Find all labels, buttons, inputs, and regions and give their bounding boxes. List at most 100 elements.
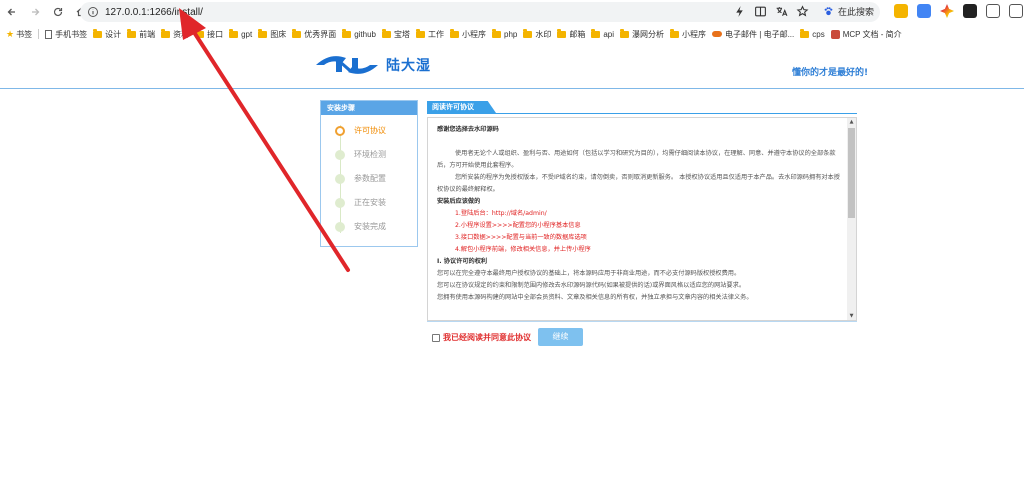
translate-icon[interactable]	[775, 5, 788, 18]
split-view-icon[interactable]	[1009, 4, 1023, 18]
bookmark-label: 电子邮件 | 电子邮...	[725, 29, 795, 39]
bookmark-item[interactable]: 资料	[161, 28, 189, 40]
bookmark-separator	[38, 29, 40, 39]
accept-label[interactable]: 我已经阅读并同意此协议	[443, 332, 531, 343]
url-text[interactable]: 127.0.0.1:1266/install/	[105, 7, 203, 18]
bookmark-item[interactable]: 小程序	[450, 28, 486, 40]
bookmark-item[interactable]: 接口	[195, 28, 224, 40]
site-logo[interactable]: 陆大湿	[312, 50, 431, 80]
gemini-extension-icon[interactable]	[940, 4, 954, 18]
agreement-top-divider	[427, 113, 857, 114]
after-install-step: 4.解包小程序前端，修改相关信息，并上传小程序	[455, 246, 591, 253]
folder-icon	[161, 28, 171, 38]
step-item: 环境检测	[335, 149, 386, 160]
continue-button[interactable]: 继续	[538, 328, 583, 346]
rights-item: 您可以在完全遵守本最终用户授权协议的基础上，将本源码应用于非商业用途，而不必支付…	[437, 270, 741, 277]
back-icon[interactable]	[1, 1, 23, 23]
agreement-intro: 感谢您选择去水印源码	[437, 126, 499, 133]
bookmark-label: 书签	[16, 29, 33, 39]
bookmark-item[interactable]: 优秀界面	[292, 28, 337, 40]
agreement-panel: 阅读许可协议 感谢您选择去水印源码 使用者无论个人或组织、盈利与否、用途如何（包…	[427, 101, 857, 322]
scroll-up-arrow-icon[interactable]: ▲	[847, 118, 856, 126]
step-dot-icon	[335, 125, 345, 136]
slogan: 懂你的才是最好的!	[792, 68, 869, 78]
bookmark-label: 前端	[139, 29, 156, 39]
agreement-scrollbar[interactable]: ▲ ▼	[847, 118, 856, 320]
bookmark-item[interactable]: 瀑网分析	[620, 28, 664, 40]
bookmark-item[interactable]: gpt	[229, 28, 253, 39]
search-engine-selector[interactable]: 在此搜索	[823, 5, 874, 18]
folder-icon	[93, 28, 103, 38]
bookmark-label: cps	[812, 29, 825, 39]
site-info-icon[interactable]	[87, 6, 99, 18]
bookmark-label: 接口	[207, 29, 224, 39]
folder-icon	[523, 28, 533, 38]
bookmark-item[interactable]: ★ 书签	[6, 29, 32, 40]
after-install-step: 3.接口数据>>>>配置与当前一致的数据库选项	[455, 234, 587, 241]
forward-icon[interactable]	[24, 1, 46, 23]
bookmark-item[interactable]: 小程序	[670, 28, 707, 40]
bookmark-item[interactable]: 电子邮件 | 电子邮...	[712, 29, 794, 40]
bookmark-star-icon[interactable]	[796, 5, 809, 18]
accept-checkbox[interactable]	[432, 333, 440, 342]
paw-icon	[824, 7, 833, 16]
bookmark-item[interactable]: 手机书签	[45, 29, 87, 40]
bookmark-item[interactable]: php	[492, 28, 518, 39]
lightning-icon[interactable]	[733, 5, 746, 18]
bookmark-item[interactable]: 水印	[523, 28, 551, 40]
translate-extension-icon[interactable]	[917, 4, 931, 18]
reader-mode-icon[interactable]	[754, 5, 767, 18]
step-item: 参数配置	[335, 173, 386, 184]
logo-mark-icon	[316, 56, 378, 74]
puzzle-extension-icon[interactable]	[986, 4, 1000, 18]
bookmark-label: 小程序	[462, 29, 486, 39]
bookmark-item[interactable]: github	[342, 28, 376, 39]
scroll-thumb[interactable]	[848, 128, 855, 218]
address-bar[interactable]: 127.0.0.1:1266/install/ 在此搜索	[80, 2, 880, 22]
bookmark-label: 手机书签	[55, 29, 88, 39]
bookmark-item[interactable]: 宝塔	[382, 28, 410, 40]
folder-icon	[195, 28, 205, 38]
bookmark-item[interactable]: 前端	[127, 28, 156, 40]
bookmarks-bar: ★ 书签 手机书签 设计 前端 资料 接口 gpt 图床 优秀界面 github 宝塔 工作 小程序 php…	[0, 26, 1024, 42]
mcp-icon	[830, 29, 840, 39]
bookmark-item[interactable]: MCP 文档 - 简介	[830, 29, 902, 40]
bookmark-label: 图床	[270, 29, 287, 39]
extensions-area	[894, 4, 1023, 18]
bookmark-label: github	[354, 29, 376, 39]
agreement-textbox[interactable]: 感谢您选择去水印源码 使用者无论个人或组织、盈利与否、用途如何（包括以学习和研究…	[427, 117, 857, 321]
bookmark-label: 宝塔	[394, 29, 410, 39]
phone-icon	[45, 29, 53, 39]
folder-icon	[591, 28, 601, 38]
folder-icon	[800, 28, 810, 38]
after-install-title: 安装后应该做的	[437, 198, 481, 205]
folder-icon	[382, 28, 391, 38]
step-dot-icon	[335, 173, 345, 184]
bookmark-label: gpt	[241, 29, 253, 39]
bookmark-label: 优秀界面	[304, 29, 337, 39]
reload-icon[interactable]	[47, 1, 69, 23]
bookmark-item[interactable]: cps	[800, 28, 825, 39]
after-install-step: 1.登陆后台：http://域名/admin/	[455, 210, 547, 217]
install-steps-panel: 安装步骤 许可协议 环境检测 参数配置 正在安装 安装完成	[320, 100, 418, 247]
rights-title: I. 协议许可的权利	[437, 258, 488, 265]
bookmark-item[interactable]: 图床	[258, 28, 287, 40]
pen-extension-icon[interactable]	[963, 4, 977, 18]
bookmark-item[interactable]: 工作	[416, 28, 444, 40]
folder-extension-icon[interactable]	[894, 4, 908, 18]
bookmark-item[interactable]: 邮箱	[557, 28, 585, 40]
accept-agreement[interactable]: 我已经阅读并同意此协议	[432, 332, 531, 343]
bookmark-item[interactable]: api	[591, 28, 615, 39]
after-install-step: 2.小程序设置>>>>配置您的小程序基本信息	[455, 222, 581, 229]
scroll-down-arrow-icon[interactable]: ▼	[847, 312, 856, 320]
folder-icon	[229, 28, 239, 38]
bookmark-label: api	[603, 29, 615, 39]
step-item: 许可协议	[335, 125, 386, 136]
agreement-paragraph: 您所安装的程序为免授权版本，不受IP域名约束，请勿倒卖，否则取消更新服务。 本授…	[437, 174, 840, 193]
bookmark-item[interactable]: 设计	[93, 28, 121, 40]
bookmark-label: 小程序	[682, 29, 707, 39]
step-dot-icon	[335, 149, 345, 160]
folder-icon	[258, 28, 268, 38]
step-dot-icon	[335, 221, 345, 232]
bookmark-label: php	[504, 29, 518, 39]
